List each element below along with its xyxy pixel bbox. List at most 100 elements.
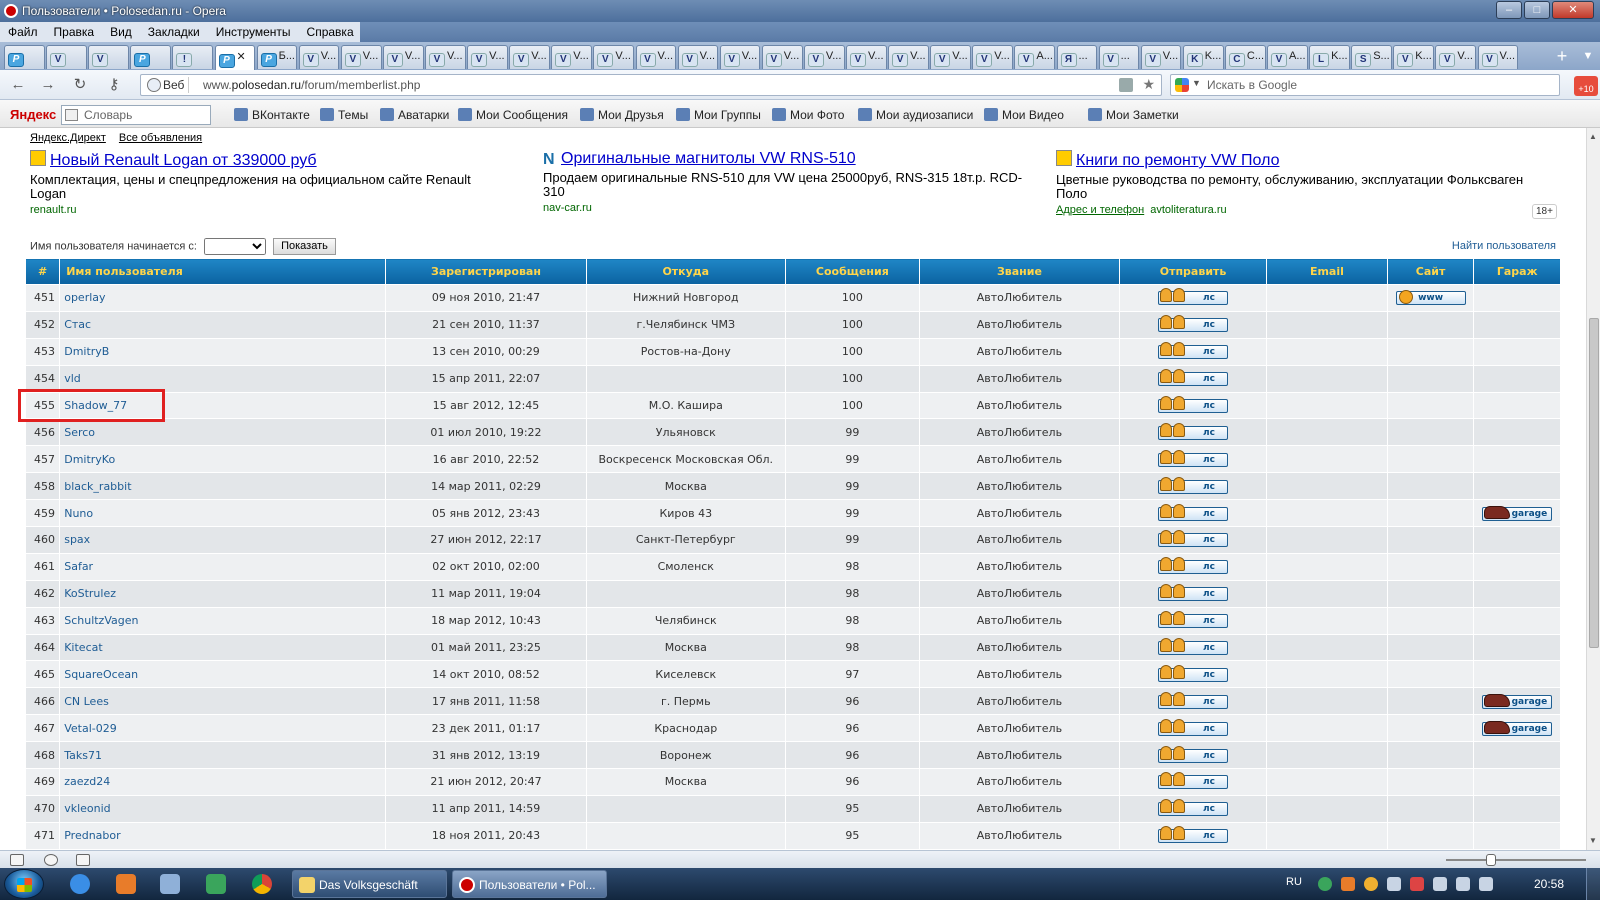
yandex-logo[interactable]: Яндекс [10, 107, 56, 122]
volume-icon[interactable] [1479, 877, 1493, 891]
username-link[interactable]: Safar [59, 552, 387, 581]
private-message-button[interactable]: лс [1158, 288, 1229, 306]
browser-tab[interactable]: V V... [635, 45, 677, 69]
username-link[interactable]: vkleonid [59, 794, 387, 823]
garage-button[interactable]: garage [1482, 505, 1553, 521]
ad-source[interactable]: nav-car.ru [543, 202, 1023, 214]
web-badge[interactable]: Веб [145, 77, 190, 93]
browser-tab[interactable]: S S... [1351, 45, 1392, 69]
show-button[interactable]: Показать [273, 238, 336, 255]
private-message-button[interactable]: лс [1158, 342, 1229, 360]
tray-icon[interactable] [1410, 877, 1424, 891]
browser-tab[interactable]: V V... [1477, 45, 1519, 69]
tray-icon[interactable] [1341, 877, 1355, 891]
username-link[interactable]: black_rabbit [59, 472, 387, 501]
chrome-icon[interactable] [252, 874, 272, 894]
yandex-link[interactable]: Мои Сообщения [458, 108, 568, 122]
browser-tab[interactable]: V V... [930, 45, 971, 69]
column-header[interactable]: Сайт [1386, 258, 1475, 285]
private-message-button[interactable]: лс [1158, 449, 1229, 467]
menu-item[interactable]: Правка [46, 22, 103, 42]
username-link[interactable]: spax [59, 526, 387, 554]
language-indicator[interactable]: RU [1286, 876, 1302, 888]
browser-tab[interactable]: P [4, 45, 45, 69]
browser-tab[interactable]: V V... [1140, 45, 1182, 69]
username-link[interactable]: KoStrulez [59, 579, 387, 608]
column-header[interactable]: Откуда [585, 258, 786, 285]
ad-source[interactable]: avtoliteratura.ru [1150, 204, 1226, 216]
menu-item[interactable]: Файл [0, 22, 46, 42]
garage-button[interactable]: garage [1482, 693, 1553, 709]
yandex-direct-link[interactable]: Яндекс.Директ [30, 132, 106, 144]
menu-item[interactable]: Закладки [140, 22, 208, 42]
private-message-button[interactable]: лс [1158, 422, 1229, 440]
browser-tab[interactable]: Я... [1056, 45, 1098, 69]
username-link[interactable]: Taks71 [59, 741, 387, 770]
website-button[interactable]: www [1395, 290, 1466, 306]
browser-tab[interactable]: V V... [298, 45, 340, 69]
network-icon[interactable] [1456, 877, 1470, 891]
taskbar-task-explorer[interactable]: Das Volksgeschäft [292, 870, 447, 898]
username-link[interactable]: SchultzVagen [59, 606, 387, 635]
unite-icon[interactable] [44, 854, 58, 866]
private-message-button[interactable]: лс [1158, 664, 1229, 682]
yandex-link[interactable]: Мои Заметки [1088, 108, 1179, 122]
internet-explorer-icon[interactable] [70, 874, 90, 894]
browser-tab[interactable]: ! [172, 45, 214, 69]
menu-item[interactable]: Справка [299, 22, 362, 42]
close-window-button[interactable]: ✕ [1552, 1, 1594, 19]
ad-address-link[interactable]: Адрес и телефон [1056, 204, 1144, 216]
scrollbar-thumb[interactable] [1589, 318, 1599, 648]
private-message-button[interactable]: лс [1158, 718, 1229, 736]
username-link[interactable]: Nuno [59, 499, 387, 528]
yandex-link[interactable]: Аватарки [380, 108, 449, 122]
scroll-down-icon[interactable]: ▼ [1589, 836, 1597, 845]
username-link[interactable]: CN Lees [59, 687, 387, 716]
media-player-icon[interactable] [116, 874, 136, 894]
private-message-button[interactable]: лс [1158, 826, 1229, 844]
google-icon[interactable] [1175, 78, 1189, 92]
private-message-button[interactable]: лс [1158, 799, 1229, 817]
browser-tab[interactable]: V V... [467, 45, 508, 69]
browser-tab[interactable]: P [130, 45, 172, 69]
start-button[interactable] [4, 869, 44, 899]
menu-item[interactable]: Инструменты [208, 22, 299, 42]
find-user-link[interactable]: Найти пользователя [1452, 240, 1556, 252]
browser-tab[interactable]: V [46, 45, 87, 69]
forward-arrow-icon[interactable]: → [38, 76, 58, 94]
browser-tab[interactable]: V... [1098, 45, 1140, 69]
rss-icon[interactable] [1119, 78, 1133, 92]
column-header[interactable]: Имя пользователя [59, 258, 387, 285]
bookmark-star-icon[interactable]: ★ [1142, 76, 1155, 93]
reload-icon[interactable]: ↻ [70, 76, 90, 94]
column-header[interactable]: Звание [918, 258, 1121, 285]
private-message-button[interactable]: лс [1158, 611, 1229, 629]
private-message-button[interactable]: лс [1158, 315, 1229, 333]
private-message-button[interactable]: лс [1158, 396, 1229, 413]
tab-close-icon[interactable]: ✕ [237, 51, 246, 63]
private-message-button[interactable]: лс [1158, 691, 1229, 709]
ad-title-link[interactable]: Новый Renault Logan от 339000 руб [30, 150, 510, 170]
tray-icon[interactable] [1318, 877, 1332, 891]
key-icon[interactable]: ⚷ [104, 76, 124, 94]
ad-title-link[interactable]: N Оригинальные магнитолы VW RNS-510 [543, 150, 1023, 168]
browser-tab[interactable]: P Б... [256, 45, 298, 69]
username-link[interactable]: Vetal-029 [59, 714, 387, 743]
yandex-link[interactable]: Мои Видео [984, 108, 1064, 122]
taskbar-task-opera[interactable]: Пользователи • Pol... [452, 870, 607, 898]
column-header[interactable]: Отправить [1119, 258, 1268, 285]
zoom-slider[interactable] [1446, 854, 1586, 866]
yandex-search-input[interactable]: Словарь [61, 105, 211, 125]
vertical-scrollbar[interactable]: ▲ ▼ [1586, 128, 1600, 850]
tray-icon[interactable] [1433, 877, 1447, 891]
browser-tab[interactable]: L K... [1309, 45, 1350, 69]
private-message-button[interactable]: лс [1158, 476, 1229, 494]
browser-tab[interactable]: V V... [425, 45, 466, 69]
column-header[interactable]: Гараж [1473, 258, 1561, 285]
username-link[interactable]: DmitryKo [59, 445, 387, 474]
scroll-up-icon[interactable]: ▲ [1589, 132, 1597, 141]
ad-source[interactable]: renault.ru [30, 204, 510, 216]
yandex-link[interactable]: ВКонтакте [234, 108, 310, 122]
browser-tab[interactable]: V V... [1435, 45, 1477, 69]
private-message-button[interactable]: лс [1158, 745, 1229, 763]
